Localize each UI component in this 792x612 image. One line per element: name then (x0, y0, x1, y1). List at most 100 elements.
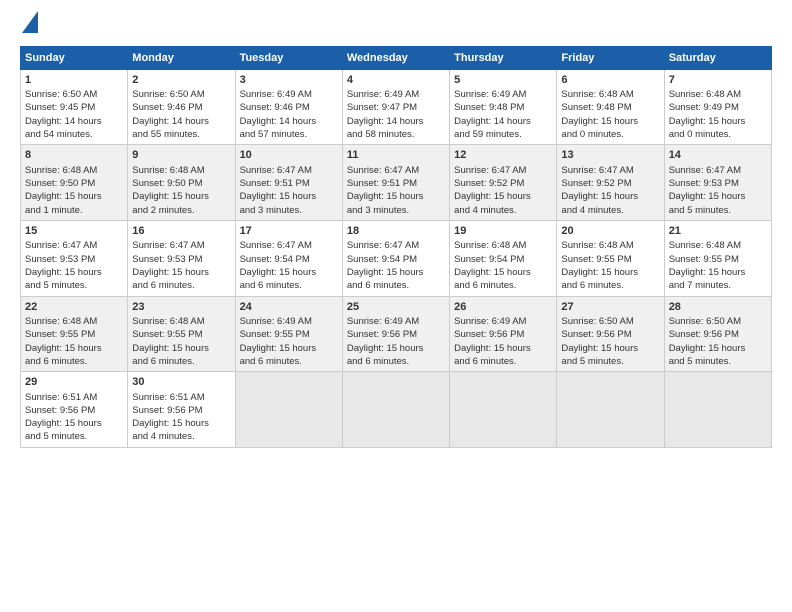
cell-info-line: Sunrise: 6:51 AM (25, 391, 123, 404)
cell-info-line: Sunrise: 6:47 AM (669, 164, 767, 177)
cell-info-line: Daylight: 15 hours (347, 266, 445, 279)
calendar-cell: 5Sunrise: 6:49 AMSunset: 9:48 PMDaylight… (450, 69, 557, 145)
col-header-wednesday: Wednesday (342, 46, 449, 69)
day-number: 14 (669, 148, 767, 163)
cell-info-line: and 6 minutes. (240, 355, 338, 368)
table-row: 29Sunrise: 6:51 AM Sunset: 9:56 PMDayligh… (21, 372, 772, 448)
cell-info-line: Sunrise: 6:48 AM (25, 315, 123, 328)
cell-info-line: Sunrise: 6:48 AM (454, 239, 552, 252)
cell-info-line: and 0 minutes. (669, 128, 767, 141)
col-header-saturday: Saturday (664, 46, 771, 69)
calendar-cell: 12Sunrise: 6:47 AMSunset: 9:52 PMDayligh… (450, 145, 557, 221)
day-number: 25 (347, 300, 445, 315)
cell-info-line: and 5 minutes. (561, 355, 659, 368)
day-number: 28 (669, 300, 767, 315)
day-number: 3 (240, 73, 338, 88)
cell-info-line: and 6 minutes. (561, 279, 659, 292)
cell-info-line: Sunset: 9:55 PM (132, 328, 230, 341)
calendar-cell: 14Sunrise: 6:47 AMSunset: 9:53 PMDayligh… (664, 145, 771, 221)
day-number: 9 (132, 148, 230, 163)
cell-info-line: Sunset: 9:51 PM (240, 177, 338, 190)
cell-info-line: Sunset: 9:48 PM (454, 101, 552, 114)
calendar-cell: 11Sunrise: 6:47 AMSunset: 9:51 PMDayligh… (342, 145, 449, 221)
cell-info-line: and 7 minutes. (669, 279, 767, 292)
calendar-cell (557, 372, 664, 448)
cell-info-line: Sunrise: 6:47 AM (132, 239, 230, 252)
cell-info-line: and 4 minutes. (561, 204, 659, 217)
calendar-cell: 18Sunrise: 6:47 AMSunset: 9:54 PMDayligh… (342, 220, 449, 296)
cell-info-line: Daylight: 15 hours (561, 190, 659, 203)
calendar-cell: 24Sunrise: 6:49 AMSunset: 9:55 PMDayligh… (235, 296, 342, 372)
day-number: 5 (454, 73, 552, 88)
cell-info-line: and 55 minutes. (132, 128, 230, 141)
cell-info-line: Sunset: 9:49 PM (669, 101, 767, 114)
cell-info-line: Sunrise: 6:50 AM (561, 315, 659, 328)
calendar-cell: 20Sunrise: 6:48 AMSunset: 9:55 PMDayligh… (557, 220, 664, 296)
day-number: 24 (240, 300, 338, 315)
col-header-monday: Monday (128, 46, 235, 69)
cell-info-line: Sunset: 9:55 PM (669, 253, 767, 266)
day-number: 13 (561, 148, 659, 163)
day-number: 17 (240, 224, 338, 239)
day-number: 10 (240, 148, 338, 163)
cell-info-line: Sunrise: 6:49 AM (347, 315, 445, 328)
calendar-cell (342, 372, 449, 448)
cell-info-line: Sunset: 9:54 PM (454, 253, 552, 266)
cell-info-line: Sunrise: 6:48 AM (561, 239, 659, 252)
cell-info-line: and 6 minutes. (240, 279, 338, 292)
cell-info-line: Sunset: 9:56 PM (132, 404, 230, 417)
cell-info-line: Daylight: 15 hours (25, 342, 123, 355)
calendar-cell: 27Sunrise: 6:50 AMSunset: 9:56 PMDayligh… (557, 296, 664, 372)
cell-info-line: Daylight: 15 hours (132, 417, 230, 430)
cell-info-line: Daylight: 15 hours (454, 190, 552, 203)
cell-info-line: Sunrise: 6:47 AM (561, 164, 659, 177)
cell-info-line: Sunset: 9:47 PM (347, 101, 445, 114)
calendar-cell: 4Sunrise: 6:49 AMSunset: 9:47 PMDaylight… (342, 69, 449, 145)
cell-info-line: Sunrise: 6:48 AM (669, 239, 767, 252)
cell-info-line: and 5 minutes. (25, 430, 123, 443)
day-number: 2 (132, 73, 230, 88)
cell-info-line: Daylight: 15 hours (347, 190, 445, 203)
day-number: 6 (561, 73, 659, 88)
calendar-cell (450, 372, 557, 448)
day-number: 29 (25, 375, 123, 390)
cell-info-line: Daylight: 14 hours (25, 115, 123, 128)
cell-info-line: Sunset: 9:55 PM (240, 328, 338, 341)
col-header-friday: Friday (557, 46, 664, 69)
cell-info-line: Sunrise: 6:48 AM (561, 88, 659, 101)
cell-info-line: Sunrise: 6:50 AM (132, 88, 230, 101)
cell-info-line: Daylight: 15 hours (240, 342, 338, 355)
calendar-cell: 15Sunrise: 6:47 AMSunset: 9:53 PMDayligh… (21, 220, 128, 296)
cell-info-line: Sunset: 9:52 PM (454, 177, 552, 190)
cell-info-line: Daylight: 15 hours (454, 266, 552, 279)
day-number: 20 (561, 224, 659, 239)
table-header-row: SundayMondayTuesdayWednesdayThursdayFrid… (21, 46, 772, 69)
cell-info-line: Sunrise: 6:48 AM (669, 88, 767, 101)
cell-info-line: and 6 minutes. (25, 355, 123, 368)
calendar-cell: 23Sunrise: 6:48 AMSunset: 9:55 PMDayligh… (128, 296, 235, 372)
cell-info-line: Sunset: 9:50 PM (25, 177, 123, 190)
cell-info-line: Sunset: 9:52 PM (561, 177, 659, 190)
cell-info-line: and 6 minutes. (347, 279, 445, 292)
cell-info-line: and 58 minutes. (347, 128, 445, 141)
calendar-cell: 30Sunrise: 6:51 AMSunset: 9:56 PMDayligh… (128, 372, 235, 448)
calendar-cell (235, 372, 342, 448)
cell-info-line: Daylight: 15 hours (132, 190, 230, 203)
day-number: 15 (25, 224, 123, 239)
cell-info-line: Daylight: 15 hours (561, 266, 659, 279)
cell-info-line: Daylight: 15 hours (25, 190, 123, 203)
cell-info-line: Sunset: 9:56 PM (669, 328, 767, 341)
day-number: 12 (454, 148, 552, 163)
cell-info-line: and 6 minutes. (132, 355, 230, 368)
cell-info-line: Sunrise: 6:47 AM (240, 239, 338, 252)
cell-info-line: Sunrise: 6:48 AM (132, 164, 230, 177)
cell-info-line: Daylight: 15 hours (240, 266, 338, 279)
table-row: 15Sunrise: 6:47 AMSunset: 9:53 PMDayligh… (21, 220, 772, 296)
cell-info-line: and 1 minute. (25, 204, 123, 217)
cell-info-line: Daylight: 15 hours (347, 342, 445, 355)
calendar-cell (664, 372, 771, 448)
cell-info-line: Sunrise: 6:47 AM (25, 239, 123, 252)
logo (20, 16, 38, 36)
day-number: 8 (25, 148, 123, 163)
col-header-tuesday: Tuesday (235, 46, 342, 69)
